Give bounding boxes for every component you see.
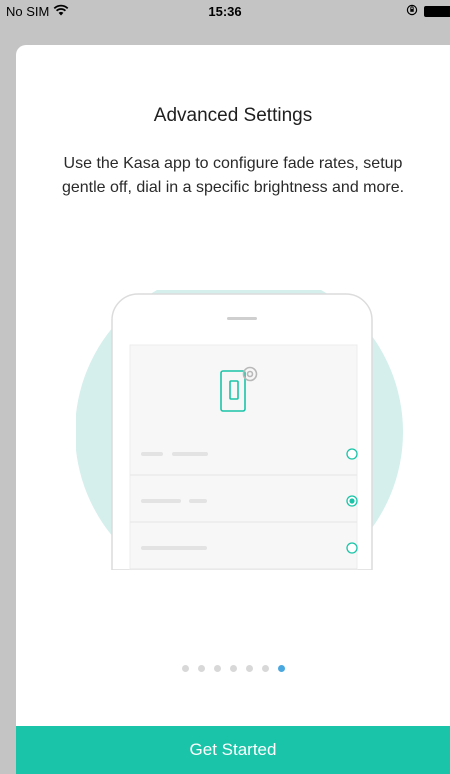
page-indicator [16,665,450,672]
radio-option-icon [346,542,358,554]
page-title: Advanced Settings [153,105,313,126]
status-right [406,4,450,19]
status-time: 15:36 [208,4,242,19]
page-dot [197,665,205,672]
page-dot [213,665,221,672]
battery-icon [424,6,450,17]
page-dot [181,665,189,672]
get-started-button[interactable]: Get Started [16,726,450,774]
status-bar: No SIM 15:36 [0,0,450,22]
page-dot [229,665,237,672]
radio-selected-dot [349,498,355,504]
page-dot [277,665,285,672]
phone-illustration [75,268,406,596]
radio-option-icon [346,448,358,460]
page-description: Use the Kasa app to configure fade rates… [61,155,405,196]
orientation-lock-icon [406,4,418,19]
page-dot [245,665,253,672]
onboarding-sheet: Advanced Settings Use the Kasa app to co… [16,45,450,774]
page-dot [261,665,269,672]
